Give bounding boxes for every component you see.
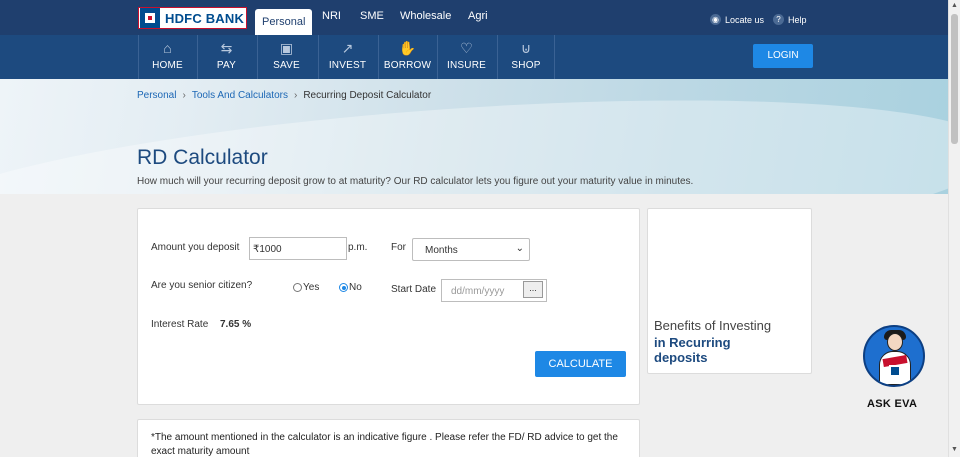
- tab-agri[interactable]: Agri: [468, 10, 488, 22]
- nav-home-label: HOME: [152, 60, 183, 71]
- benefits-title: Benefits of Investing: [654, 318, 772, 333]
- hero-banner: Personal › Tools And Calculators › Recur…: [0, 79, 948, 194]
- help-label: Help: [788, 14, 807, 25]
- nav-insure-label: INSURE: [447, 60, 486, 71]
- senior-no-radio[interactable]: No: [339, 282, 362, 293]
- nav-borrow-label: BORROW: [383, 60, 432, 71]
- senior-citizen-label: Are you senior citizen?: [151, 280, 253, 291]
- chevron-right-icon: ›: [182, 90, 186, 101]
- invest-icon: ↗: [341, 40, 354, 56]
- eva-badge: [889, 365, 901, 377]
- nav-insure[interactable]: ♡ INSURE: [437, 35, 495, 79]
- benefits-card[interactable]: Benefits of Investing in Recurring depos…: [647, 208, 812, 374]
- scroll-up-icon[interactable]: ▲: [951, 2, 958, 9]
- nav-invest-label: INVEST: [328, 60, 367, 71]
- main-nav: ⌂ HOME ⇆ PAY ▣ SAVE ↗ INVEST ✋ BORROW ♡ …: [0, 35, 948, 79]
- save-icon: ▣: [279, 40, 294, 56]
- home-icon: ⌂: [163, 40, 172, 56]
- senior-no-label: No: [349, 282, 362, 293]
- nav-save-label: SAVE: [273, 60, 300, 71]
- benefits-subtitle: in Recurring deposits: [654, 335, 731, 365]
- locate-us-label: Locate us: [725, 14, 765, 25]
- tenure-unit-select[interactable]: Months ⌄: [412, 238, 530, 261]
- interest-rate-value: 7.65 %: [220, 319, 252, 330]
- page-subtitle: How much will your recurring deposit gro…: [137, 176, 694, 187]
- disclaimer-text: *The amount mentioned in the calculator …: [151, 432, 618, 457]
- locate-us-link[interactable]: ◉ Locate us: [710, 14, 764, 25]
- nav-shop[interactable]: ⊍ SHOP: [497, 35, 555, 79]
- for-label: For: [391, 242, 406, 253]
- breadcrumb-tools[interactable]: Tools And Calculators: [192, 90, 288, 101]
- chevron-down-icon: ⌄: [515, 243, 524, 254]
- shop-icon: ⊍: [520, 40, 532, 56]
- nav-home[interactable]: ⌂ HOME: [138, 35, 196, 79]
- tenure-unit-value: Months: [425, 245, 458, 256]
- ask-eva-chatbot-icon[interactable]: [863, 325, 925, 387]
- amount-label: Amount you deposit: [151, 242, 240, 253]
- scrollbar-thumb[interactable]: [951, 14, 958, 144]
- nav-shop-label: SHOP: [511, 60, 541, 71]
- nav-pay[interactable]: ⇆ PAY: [197, 35, 255, 79]
- nav-borrow[interactable]: ✋ BORROW: [378, 35, 436, 79]
- hdfc-logo-icon: [140, 8, 160, 28]
- hdfc-logo[interactable]: HDFC BANK: [138, 7, 247, 29]
- radio-checked-icon: [339, 283, 348, 292]
- senior-yes-radio[interactable]: Yes: [293, 282, 319, 293]
- help-link[interactable]: ? Help: [773, 14, 807, 25]
- borrow-icon: ✋: [398, 40, 417, 56]
- tab-personal[interactable]: Personal: [255, 9, 313, 35]
- date-picker-button[interactable]: ...: [523, 281, 543, 298]
- nav-pay-label: PAY: [216, 60, 237, 71]
- nav-invest[interactable]: ↗ INVEST: [318, 35, 376, 79]
- breadcrumb-personal[interactable]: Personal: [137, 90, 176, 101]
- insure-icon: ♡: [460, 40, 473, 56]
- page-scrollbar[interactable]: ▲ ▼: [948, 0, 960, 457]
- amount-suffix: p.m.: [348, 242, 368, 253]
- disclaimer-card: *The amount mentioned in the calculator …: [137, 419, 640, 457]
- interest-rate-label: Interest Rate: [151, 319, 209, 330]
- amount-input[interactable]: ₹1000: [249, 237, 347, 260]
- tab-sme[interactable]: SME: [360, 10, 384, 22]
- help-icon: ?: [773, 14, 784, 25]
- top-bar: HDFC BANK Personal NRI SME Wholesale Agr…: [0, 0, 948, 35]
- ask-eva-label[interactable]: ASK EVA: [867, 398, 917, 410]
- tab-nri[interactable]: NRI: [322, 10, 341, 22]
- scroll-down-icon[interactable]: ▼: [951, 446, 958, 453]
- start-date-label: Start Date: [391, 284, 437, 295]
- calculate-button[interactable]: CALCULATE: [535, 351, 626, 377]
- eva-face: [887, 333, 903, 351]
- senior-yes-label: Yes: [303, 282, 320, 293]
- nav-save[interactable]: ▣ SAVE: [257, 35, 315, 79]
- breadcrumb-current: Recurring Deposit Calculator: [303, 90, 432, 101]
- chevron-right-icon: ›: [293, 90, 298, 101]
- rd-calculator-card: Amount you deposit ₹1000 p.m. For Months…: [137, 208, 640, 405]
- location-pin-icon: ◉: [710, 14, 721, 25]
- pay-icon: ⇆: [220, 40, 233, 56]
- page-title: RD Calculator: [137, 146, 268, 169]
- logo-text: HDFC BANK: [165, 10, 245, 26]
- radio-unchecked-icon: [293, 283, 302, 292]
- breadcrumb: Personal › Tools And Calculators › Recur…: [137, 90, 431, 101]
- tab-wholesale[interactable]: Wholesale: [400, 10, 451, 22]
- login-button[interactable]: LOGIN: [753, 44, 813, 68]
